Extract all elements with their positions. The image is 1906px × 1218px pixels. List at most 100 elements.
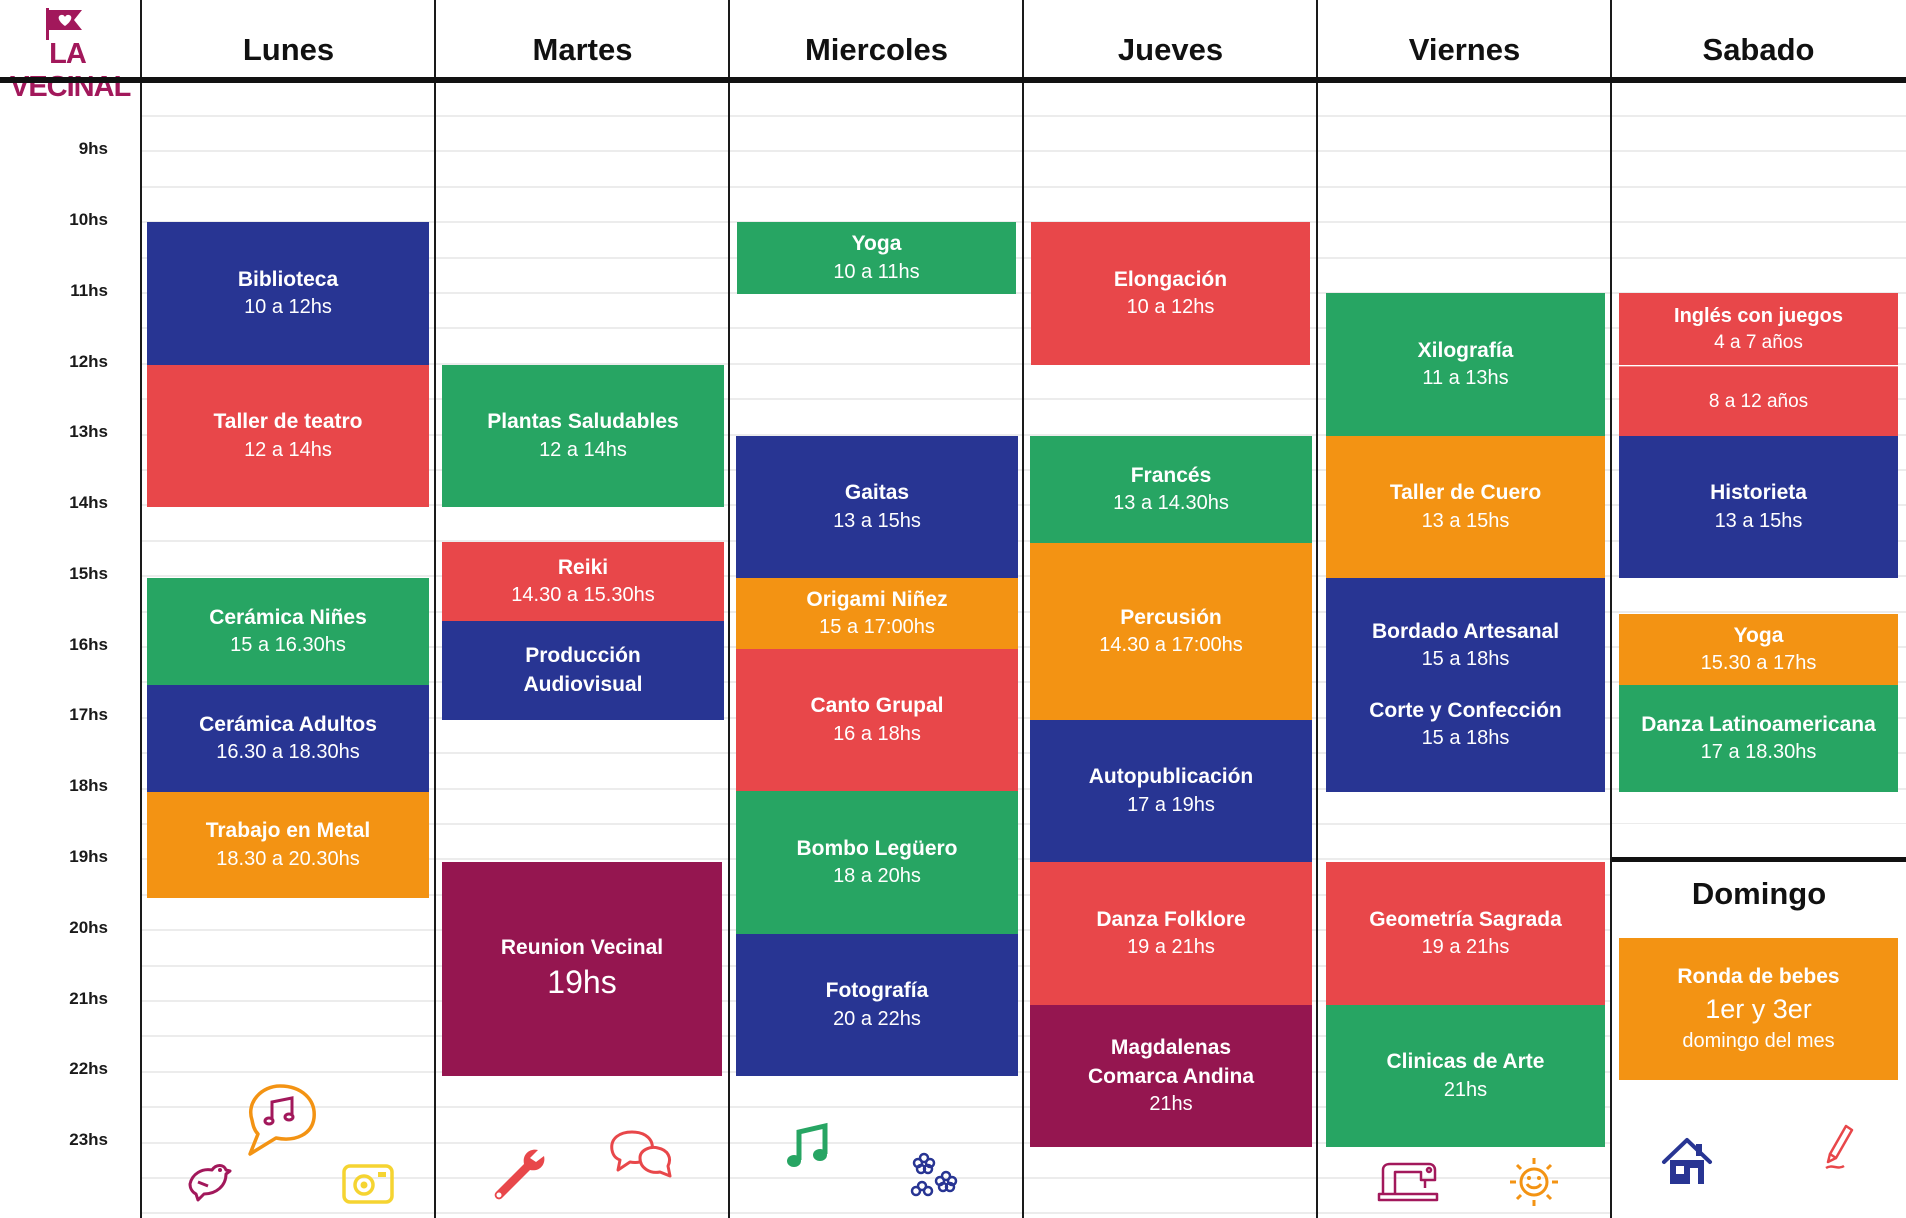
activity-entry[interactable]: Corte y Confección 15 a 18hs	[1369, 697, 1562, 752]
activity-card[interactable]: Ronda de bebes 1er y 3er domingo del mes	[1619, 938, 1898, 1080]
hour-label: 14hs	[69, 493, 108, 512]
activity-card[interactable]: Geometría Sagrada 19 a 21hs	[1326, 862, 1605, 1005]
activity-title: Corte y Confección	[1369, 698, 1562, 722]
hour-label: 15hs	[69, 564, 108, 583]
activity-time: 21hs	[1149, 1092, 1193, 1115]
activity-card[interactable]: Cerámica Niñes 15 a 16.30hs	[147, 578, 429, 685]
activity-title: Fotografía	[825, 979, 929, 1003]
activity-title: Taller de Cuero	[1389, 481, 1542, 505]
activity-title: Biblioteca	[237, 267, 339, 291]
activity-title: Bombo Legüero	[796, 836, 958, 860]
activity-card[interactable]: Plantas Saludables 12 a 14hs	[442, 365, 724, 507]
activity-title: Producción	[525, 644, 641, 668]
activity-card[interactable]: Fotografía 20 a 22hs	[736, 934, 1018, 1076]
hour-label: 21hs	[69, 989, 108, 1008]
grid-line	[142, 115, 1906, 117]
day-header-sabado: Sabado	[1702, 31, 1815, 67]
activity-time: 8 a 12 años	[1708, 390, 1809, 412]
activity-title: Origami Niñez	[806, 587, 948, 611]
activity-card[interactable]: Yoga 15.30 a 17hs	[1619, 614, 1898, 685]
brand-logo: LA VECINAL	[10, 6, 131, 103]
activity-card[interactable]: Magdalenas Comarca Andina 21hs	[1030, 1005, 1312, 1147]
activity-time: 13 a 15hs	[1421, 509, 1510, 532]
activity-time: 17 a 19hs	[1127, 793, 1215, 816]
activity-card[interactable]: Reunion Vecinal 19hs	[442, 862, 722, 1076]
activity-card[interactable]: Cerámica Adultos 16.30 a 18.30hs	[147, 685, 429, 792]
hour-label: 19hs	[69, 847, 108, 866]
activity-title: Yoga	[851, 232, 902, 256]
hour-label: 13hs	[69, 422, 108, 441]
camera-icon	[342, 1164, 394, 1204]
logo-flag-icon	[46, 8, 82, 40]
day-header-jueves: Jueves	[1117, 31, 1224, 67]
day-header-lunes: Lunes	[242, 31, 335, 67]
activity-time: 15 a 18hs	[1421, 648, 1510, 671]
activity-card[interactable]: Canto Grupal 16 a 18hs	[736, 649, 1018, 791]
activity-time: 12 a 14hs	[244, 438, 332, 461]
activity-time: 19 a 21hs	[1421, 936, 1510, 959]
activity-card[interactable]: 8 a 12 años	[1619, 366, 1898, 436]
activity-title: Cerámica Adultos	[199, 712, 377, 736]
activity-card[interactable]: Reiki 14.30 a 15.30hs	[442, 542, 724, 621]
house-icon	[1662, 1138, 1712, 1184]
activity-card[interactable]: Clinicas de Arte 21hs	[1326, 1005, 1605, 1147]
domingo-divider	[1612, 857, 1906, 862]
activity-time: 19hs	[547, 964, 617, 1001]
activity-card[interactable]: Bombo Legüero 18 a 20hs	[736, 791, 1018, 934]
activity-title: Taller de teatro	[213, 410, 363, 434]
day-header-miercoles: Miercoles	[804, 31, 948, 67]
activity-time: 15 a 18hs	[1421, 727, 1510, 750]
chat-bubbles-icon	[610, 1130, 672, 1178]
activity-title: Trabajo en Metal	[205, 819, 371, 843]
hour-label: 11hs	[70, 281, 108, 300]
activity-card[interactable]: Yoga 10 a 11hs	[737, 222, 1016, 294]
activity-time: 19 a 21hs	[1127, 936, 1215, 959]
activity-card[interactable]: Producción Audiovisual	[442, 621, 724, 720]
hour-label: 20hs	[69, 918, 108, 937]
activity-title: Yoga	[1733, 623, 1784, 647]
activity-time: 10 a 11hs	[833, 260, 920, 283]
activity-card[interactable]: Taller de Cuero 13 a 15hs	[1326, 436, 1605, 578]
activity-title: Ronda de bebes	[1677, 965, 1840, 989]
hour-label: 16hs	[69, 635, 108, 654]
music-note-icon	[787, 1122, 828, 1167]
activity-time: 10 a 12hs	[1126, 296, 1215, 319]
activity-time: 11 a 13hs	[1422, 367, 1509, 390]
activity-title-line2: Audiovisual	[523, 672, 643, 696]
activity-time: 1er y 3er	[1705, 994, 1812, 1025]
activity-time: 15 a 16.30hs	[230, 634, 346, 657]
activity-card[interactable]: Autopublicación 17 a 19hs	[1030, 720, 1312, 862]
activity-card[interactable]: Francés 13 a 14.30hs	[1030, 436, 1312, 543]
activity-card[interactable]: Percusión 14.30 a 17:00hs	[1030, 543, 1312, 720]
activity-card[interactable]: Biblioteca 10 a 12hs	[147, 222, 429, 365]
activity-title: Danza Folklore	[1096, 907, 1246, 931]
activity-card[interactable]: Elongación 10 a 12hs	[1031, 222, 1310, 365]
activity-time: 4 a 7 años	[1714, 331, 1803, 353]
activity-card[interactable]: Xilografía 11 a 13hs	[1326, 293, 1605, 436]
activity-card[interactable]: Danza Latinoamericana 17 a 18.30hs	[1619, 685, 1898, 792]
bird-icon	[188, 1164, 232, 1202]
activity-card[interactable]: Gaitas 13 a 15hs	[736, 436, 1018, 578]
activity-time: 21hs	[1443, 1078, 1488, 1101]
activity-time: 14.30 a 17:00hs	[1099, 634, 1243, 657]
wrench-icon	[494, 1149, 545, 1200]
activity-title: Canto Grupal	[810, 694, 944, 718]
activity-card[interactable]: Danza Folklore 19 a 21hs	[1030, 862, 1312, 1005]
activity-time: 16 a 18hs	[833, 722, 921, 745]
sun-icon	[1510, 1158, 1558, 1206]
activity-card-group[interactable]: Bordado Artesanal 15 a 18hs Corte y Conf…	[1326, 578, 1605, 792]
brand-name: LA VECINAL	[10, 38, 131, 103]
activity-time: 17 a 18.30hs	[1700, 741, 1817, 764]
activity-title: Elongación	[1113, 267, 1228, 291]
activity-time: 13 a 15hs	[1714, 509, 1803, 532]
hour-label: 12hs	[69, 352, 108, 371]
activity-card[interactable]: Historieta 13 a 15hs	[1619, 436, 1898, 578]
activity-card[interactable]: Trabajo en Metal 18.30 a 20.30hs	[147, 792, 429, 898]
activity-title: Gaitas	[844, 481, 910, 505]
activity-card[interactable]: Inglés con juegos 4 a 7 años	[1619, 293, 1898, 365]
activity-card[interactable]: Origami Niñez 15 a 17:00hs	[736, 578, 1018, 649]
column-divider	[1316, 0, 1318, 1218]
activity-entry[interactable]: Bordado Artesanal 15 a 18hs	[1372, 618, 1559, 673]
activity-title: Historieta	[1710, 481, 1807, 505]
activity-card[interactable]: Taller de teatro 12 a 14hs	[147, 365, 429, 507]
